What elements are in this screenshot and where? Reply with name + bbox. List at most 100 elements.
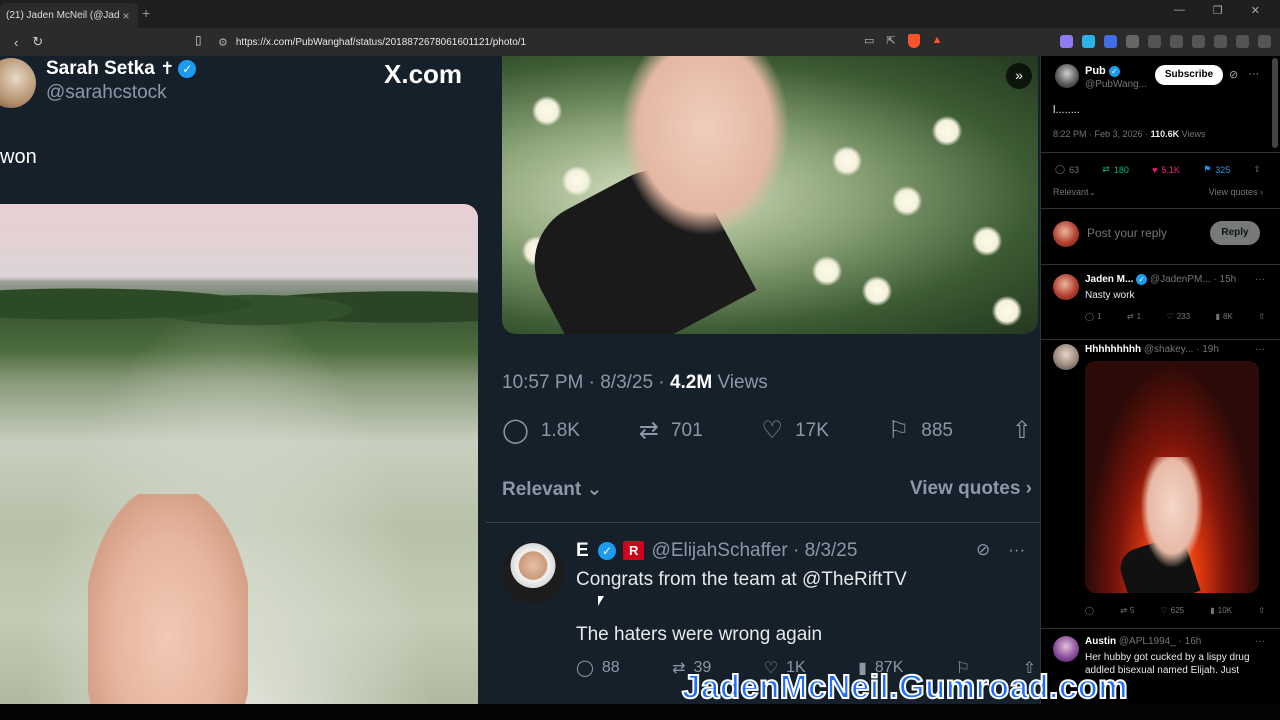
share-icon: ⇧ bbox=[1011, 417, 1032, 444]
sort-dropdown[interactable]: Relevant⌄ bbox=[1053, 187, 1096, 198]
reply-button[interactable]: ◯ 1 bbox=[1085, 312, 1101, 321]
author-handle[interactable]: @PubWang... bbox=[1085, 79, 1147, 90]
menu-icon[interactable] bbox=[1258, 35, 1271, 48]
reload-icon[interactable]: ↻ bbox=[32, 34, 43, 50]
avatar[interactable] bbox=[502, 542, 564, 604]
extension-icon[interactable] bbox=[1060, 35, 1073, 48]
share-icon[interactable]: ⇱ bbox=[886, 34, 895, 48]
grok-icon[interactable]: ⊘ bbox=[1229, 68, 1238, 81]
puzzle-icon[interactable] bbox=[1126, 35, 1139, 48]
extension-icon[interactable] bbox=[1082, 35, 1095, 48]
avatar[interactable] bbox=[1053, 636, 1079, 662]
view-quotes-link[interactable]: View quotes › bbox=[910, 478, 1032, 501]
download-icon[interactable] bbox=[1170, 35, 1183, 48]
post-text: l........ bbox=[1053, 104, 1080, 116]
subscribe-button[interactable]: Subscribe bbox=[1155, 65, 1223, 85]
author-name[interactable]: Sarah Setka ✝ ✓ bbox=[46, 58, 197, 80]
sidebar-icon[interactable] bbox=[1148, 35, 1161, 48]
avatar[interactable] bbox=[0, 58, 36, 108]
bookmark-button[interactable]: ⚐ 885 bbox=[888, 416, 953, 445]
views-button[interactable]: ▮ 8K bbox=[1216, 312, 1233, 321]
new-tab-button[interactable]: + bbox=[142, 5, 150, 21]
sidebar-reply[interactable]: Jaden M... ✓ @JadenPM... · 15h ··· Nasty… bbox=[1053, 274, 1265, 334]
more-icon[interactable]: ··· bbox=[1008, 540, 1025, 560]
more-icon[interactable]: ··· bbox=[1255, 344, 1265, 355]
grok-icon[interactable]: ⊘ bbox=[976, 540, 990, 560]
reply-button[interactable]: ◯ 1.8K bbox=[502, 416, 580, 445]
avatar[interactable] bbox=[1053, 274, 1079, 300]
share-button[interactable]: ⇧ bbox=[1258, 606, 1265, 615]
url-actions: ▭ ⇱ ▲ bbox=[864, 34, 943, 48]
sidebar-reply[interactable]: Hhhhhhhhh @shakey... · 19h ··· ◯ ⇄ 5 ♡ 6… bbox=[1053, 344, 1265, 626]
reply-button[interactable]: ◯ bbox=[1085, 606, 1094, 615]
like-button[interactable]: ♡ 17K bbox=[762, 416, 829, 445]
sort-dropdown[interactable]: Relevant ⌄ bbox=[502, 478, 602, 501]
repost-button[interactable]: ⇄ 1 bbox=[1127, 312, 1141, 321]
scrollbar[interactable] bbox=[1272, 58, 1278, 148]
author-handle[interactable]: @sarahcstock bbox=[46, 82, 167, 104]
back-icon[interactable]: ‹ bbox=[14, 35, 18, 50]
close-window-icon[interactable]: ✕ bbox=[1251, 4, 1260, 17]
views-button[interactable]: ▮ 10K bbox=[1210, 606, 1232, 615]
expand-icon[interactable]: » bbox=[1006, 63, 1032, 89]
brave-shield-icon[interactable] bbox=[907, 34, 920, 48]
repost-button[interactable]: ⇄ 701 bbox=[639, 416, 703, 445]
browser-tab[interactable]: (21) Jaden McNeil (@JadenPl... × bbox=[0, 3, 138, 28]
post-meta: 8:22 PM · Feb 3, 2026 · 110.6K Views bbox=[1053, 129, 1206, 139]
site-settings-icon[interactable]: ⚙ bbox=[218, 36, 228, 49]
reply-input[interactable]: Post your reply bbox=[1087, 226, 1167, 240]
view-quotes-link[interactable]: View quotes › bbox=[1209, 187, 1263, 198]
bookmark-icon[interactable]: ▯ bbox=[195, 33, 202, 47]
more-icon[interactable]: ··· bbox=[1255, 636, 1265, 647]
heart-icon: ♡ bbox=[761, 417, 784, 444]
flower bbox=[972, 226, 1002, 256]
reply-button[interactable]: ◯ 88 bbox=[576, 658, 620, 678]
flower bbox=[992, 296, 1022, 326]
repost-button[interactable]: ⇄ 5 bbox=[1120, 606, 1134, 615]
address-bar-row: ‹ ↻ ▯ ⚙ https://x.com/PubWanghaf/status/… bbox=[0, 28, 1280, 56]
tweet-photo[interactable] bbox=[502, 56, 1038, 334]
share-button[interactable]: ⇧ bbox=[1012, 416, 1032, 445]
like-button[interactable]: ♥ 5.1K bbox=[1152, 165, 1180, 175]
close-tab-icon[interactable]: × bbox=[120, 9, 132, 23]
reply-date[interactable]: 8/3/25 bbox=[805, 540, 858, 561]
reply-header: Jaden M... ✓ @JadenPM... · 15h bbox=[1085, 274, 1237, 286]
author-handle[interactable]: @ElijahSchaffer bbox=[652, 540, 788, 561]
share-button[interactable]: ⇧ bbox=[1258, 312, 1265, 321]
flower bbox=[832, 146, 862, 176]
reply-text: Nasty work bbox=[1085, 290, 1135, 301]
repost-button[interactable]: ⇄ 180 bbox=[1102, 164, 1129, 175]
reply-sort-row: Relevant⌄ View quotes › bbox=[1053, 187, 1263, 198]
url-field[interactable]: ⚙ https://x.com/PubWanghaf/status/201887… bbox=[218, 32, 958, 52]
restore-icon[interactable]: ❐ bbox=[1213, 4, 1223, 17]
wallet-icon[interactable] bbox=[1192, 35, 1205, 48]
flower bbox=[562, 166, 592, 196]
more-icon[interactable]: ··· bbox=[1248, 68, 1259, 81]
bookmark-icon: ⚑ bbox=[1203, 164, 1212, 174]
author-name[interactable]: E bbox=[576, 540, 589, 561]
reply-button[interactable]: Reply bbox=[1210, 221, 1260, 245]
rewards-icon[interactable]: ▲ bbox=[932, 34, 943, 48]
share-button[interactable]: ⇧ bbox=[1253, 164, 1261, 175]
more-icon[interactable]: ··· bbox=[1255, 274, 1265, 285]
reply-button[interactable]: ◯ 63 bbox=[1055, 164, 1079, 175]
extension-icon[interactable] bbox=[1104, 35, 1117, 48]
author-name[interactable]: Pub ✓ bbox=[1085, 65, 1120, 77]
vpn-icon[interactable] bbox=[1236, 35, 1249, 48]
lava-photo[interactable] bbox=[1085, 361, 1259, 593]
leo-icon[interactable] bbox=[1214, 35, 1227, 48]
minimize-icon[interactable]: — bbox=[1174, 4, 1185, 17]
screen-icon[interactable]: ▭ bbox=[864, 34, 874, 48]
mouse-cursor bbox=[598, 596, 604, 606]
avatar[interactable] bbox=[1053, 344, 1079, 370]
divider bbox=[1041, 152, 1280, 153]
like-button[interactable]: ♡ 625 bbox=[1161, 606, 1185, 615]
like-button[interactable]: ♡ 233 bbox=[1167, 312, 1191, 321]
avatar[interactable] bbox=[1055, 64, 1079, 88]
engagement-photo[interactable] bbox=[0, 204, 478, 720]
bookmark-button[interactable]: ⚑ 325 bbox=[1203, 164, 1230, 175]
avatar bbox=[1053, 221, 1079, 247]
divider bbox=[1041, 264, 1280, 265]
sarah-tweet-card[interactable]: Sarah Setka ✝ ✓ @sarahcstock X.com won bbox=[0, 56, 486, 720]
affiliate-badge[interactable]: R bbox=[623, 541, 645, 561]
